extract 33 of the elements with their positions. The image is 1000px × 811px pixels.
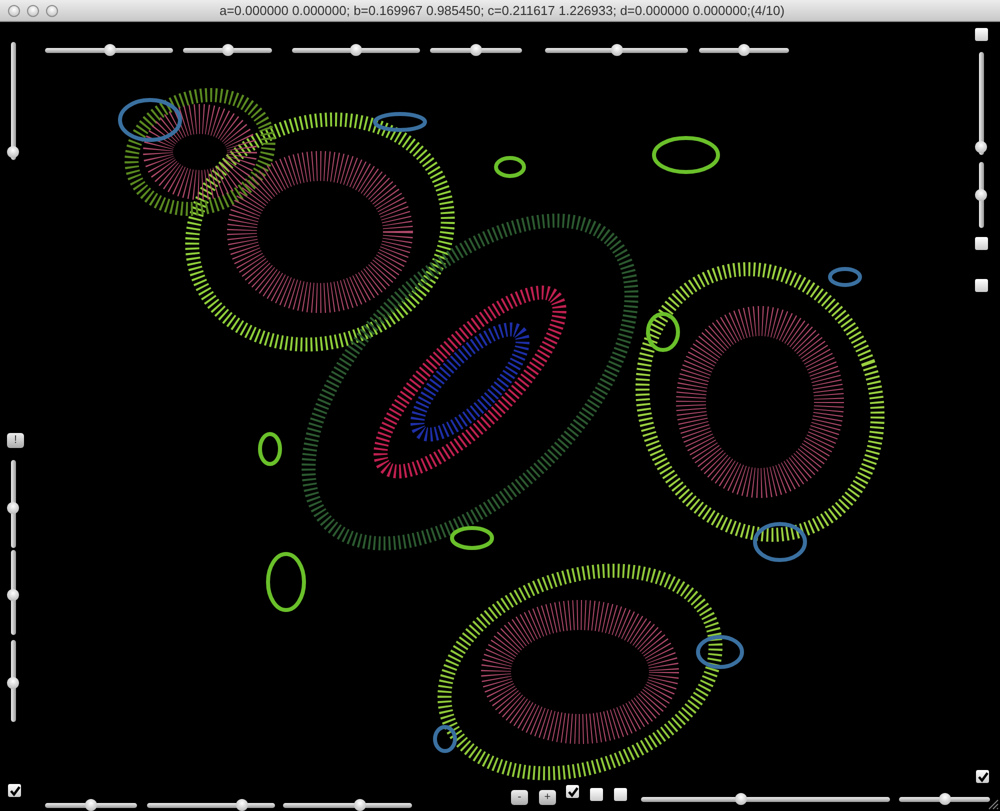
slider-thumb[interactable] — [85, 799, 97, 811]
close-button[interactable] — [8, 4, 20, 16]
checkbox[interactable] — [614, 788, 627, 801]
slider-thumb[interactable] — [236, 799, 248, 811]
slider-thumb[interactable] — [738, 44, 750, 56]
slider-thumb[interactable] — [104, 44, 116, 56]
checkbox[interactable] — [975, 279, 988, 292]
slider-thumb[interactable] — [470, 44, 482, 56]
checkbox[interactable] — [976, 770, 989, 783]
slider-thumb[interactable] — [975, 189, 987, 201]
zoom-button[interactable] — [46, 4, 58, 16]
slider-thumb[interactable] — [7, 502, 19, 514]
checkbox[interactable] — [566, 785, 579, 798]
checkbox[interactable] — [8, 784, 21, 797]
slider-thumb[interactable] — [354, 799, 366, 811]
slider-thumb[interactable] — [610, 44, 622, 56]
slider-thumb[interactable] — [734, 793, 747, 805]
slider-thumb[interactable] — [222, 44, 234, 56]
slider-thumb[interactable] — [7, 589, 19, 602]
checkbox[interactable] — [590, 788, 603, 801]
window-title: a=0.000000 0.000000; b=0.169967 0.985450; c=0.211617 1.226933; d=0.000000 0.000000;(4/10) — [218, 3, 786, 18]
checkbox[interactable] — [975, 28, 988, 41]
minimize-button[interactable] — [27, 4, 39, 16]
slider-thumb[interactable] — [975, 140, 987, 153]
slider-thumb[interactable] — [7, 146, 19, 158]
slider-thumb[interactable] — [7, 676, 19, 689]
slider-thumb[interactable] — [350, 44, 362, 56]
checkbox[interactable] — [975, 237, 988, 250]
resize-grip-icon[interactable] — [987, 798, 999, 810]
small-button[interactable]: + — [539, 790, 556, 805]
small-button[interactable]: ! — [7, 433, 24, 448]
slider-thumb[interactable] — [938, 793, 950, 805]
small-button[interactable]: - — [511, 790, 528, 805]
